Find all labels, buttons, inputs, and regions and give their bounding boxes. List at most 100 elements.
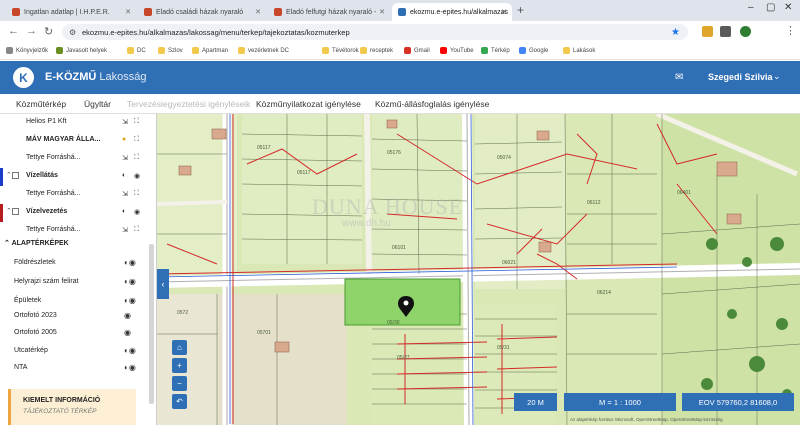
opacity-visibility-icon[interactable]: ◐◉ [124, 258, 136, 267]
layer-checkbox[interactable] [12, 172, 19, 179]
scale-ratio[interactable]: M = 1 : 1000 [564, 393, 676, 411]
close-tab-icon[interactable]: ✕ [501, 8, 507, 16]
folder-icon [192, 47, 199, 54]
layer-row: Tettye Forráshá... ⇲ ⛶ [0, 222, 150, 240]
svg-text:05/31: 05/31 [497, 345, 510, 351]
zoom-extent-icon[interactable]: ⛶ [134, 154, 139, 162]
svg-text:06101: 06101 [392, 245, 406, 251]
window-close-icon[interactable]: ✕ [784, 2, 792, 13]
close-tab-icon[interactable]: ✕ [255, 8, 261, 16]
layer-group-vizelvezetes[interactable]: ⌃ Vízelvezetés ◐ ◉ [0, 204, 150, 222]
base-layer-nta[interactable]: NTA [14, 364, 27, 371]
close-tab-icon[interactable]: ✕ [125, 8, 131, 16]
browser-tab-2[interactable]: Eladó családi házak nyaraló ✕ [138, 3, 266, 21]
bookmark-item[interactable]: Javasolt helyek [56, 47, 107, 54]
bookmark-item[interactable]: Térkép [481, 47, 510, 54]
address-bar-row: ← → ↻ ⚙ ekozmu.e-epites.hu/alkalmazas/la… [0, 21, 800, 43]
opacity-visibility-icon[interactable]: ◐◉ [124, 296, 136, 305]
base-layer-orto2005[interactable]: Ortofotó 2005 [14, 329, 57, 336]
visibility-eye-icon[interactable]: ◉ [124, 328, 131, 337]
forward-icon[interactable]: → [26, 25, 37, 37]
layer-label: Vízelvezetés [26, 208, 68, 215]
opacity-icon[interactable]: ◐ [122, 172, 126, 179]
new-tab-button[interactable]: + [517, 3, 524, 17]
bookmark-item[interactable]: Gmail [404, 47, 430, 54]
minimize-icon[interactable]: – [748, 2, 754, 13]
back-icon[interactable]: ← [8, 25, 19, 37]
browser-tab-3[interactable]: Eladó felfutgi házak nyaraló - ✕ [268, 3, 390, 21]
profile-avatar[interactable] [740, 26, 751, 37]
arrange-icon[interactable]: ⇲ [122, 118, 128, 126]
menu-item-ugytar[interactable]: Ügyltár [84, 99, 111, 109]
bookmark-item[interactable]: receptek [360, 47, 393, 54]
warning-icon[interactable]: ● [122, 136, 126, 143]
bookmark-item[interactable]: Apartman [192, 47, 228, 54]
extension-icon[interactable] [702, 26, 713, 37]
close-tab-icon[interactable]: ✕ [379, 8, 385, 16]
menu-item-allasfoglalas[interactable]: Közmű-állásfoglalás igénylése [375, 99, 489, 109]
visibility-eye-icon[interactable]: ◉ [124, 311, 131, 320]
bookmark-item[interactable]: Google [519, 47, 548, 54]
bookmark-item[interactable]: Tévétorok [322, 47, 359, 54]
bookmark-item[interactable]: Könyvjelzők [6, 47, 48, 54]
mail-icon[interactable]: ✉ [675, 72, 683, 83]
opacity-icon[interactable]: ◐ [122, 208, 126, 215]
base-layer-foldreszletek[interactable]: Földrészletek [14, 259, 56, 266]
layer-checkbox[interactable] [12, 208, 19, 215]
zoom-extent-icon[interactable]: ⛶ [134, 118, 139, 126]
tab-label: Ingatlan adatlap | I.H.P.E.R. [24, 8, 110, 16]
highlighted-info-box: KIEMELT INFORMÁCIÓ TÁJÉKOZTATÓ TÉRKÉP [8, 389, 136, 425]
browser-menu-icon[interactable]: ⋮ [785, 24, 796, 37]
tab-label: ekozmu.e-epites.hu/alkalmazas [410, 8, 509, 16]
visibility-eye-icon[interactable]: ◉ [134, 208, 140, 216]
bookmark-item[interactable]: YouTube [440, 47, 474, 54]
layer-group-vizellatas[interactable]: ⌃ Vízellátás ◐ ◉ [0, 168, 150, 186]
arrange-icon[interactable]: ⇲ [122, 190, 128, 198]
extensions-menu-icon[interactable] [720, 26, 731, 37]
base-layer-epuletek[interactable]: Épületek [14, 297, 41, 304]
chevron-down-icon[interactable]: ⌄ [773, 71, 781, 82]
collapse-icon[interactable]: ⌃ [4, 240, 10, 247]
opacity-visibility-icon[interactable]: ◐◉ [124, 346, 136, 355]
maximize-icon[interactable]: ▢ [766, 2, 775, 13]
base-layer-hrsz[interactable]: Helyrajzi szám felirat [14, 278, 79, 285]
zoom-extent-icon[interactable]: ⛶ [134, 226, 139, 234]
browser-tab-1[interactable]: Ingatlan adatlap | I.H.P.E.R. ✕ [6, 3, 136, 21]
reload-icon[interactable]: ↻ [44, 25, 53, 38]
map-canvas[interactable]: 05117 05117 05176 06101 05074 06021 06112 062… [157, 114, 800, 425]
app-logo[interactable]: K [13, 67, 34, 88]
base-layer-utcaterkep[interactable]: Utcatérkép [14, 347, 48, 354]
browser-tab-active[interactable]: ekozmu.e-epites.hu/alkalmazas ✕ [392, 3, 512, 21]
bookmark-item[interactable]: Lakások [563, 47, 595, 54]
url-input[interactable]: ⚙ ekozmu.e-epites.hu/alkalmazas/lakossag… [62, 24, 688, 40]
arrange-icon[interactable]: ⇲ [122, 154, 128, 162]
bookmark-item[interactable]: vezérletnek DC [238, 47, 289, 54]
undo-button[interactable]: ↶ [172, 394, 187, 409]
info-subtitle: TÁJÉKOZTATÓ TÉRKÉP [23, 408, 97, 415]
bookmark-item[interactable]: Szlov [158, 47, 183, 54]
sidebar-scrollbar[interactable] [149, 244, 154, 404]
menu-item-kozmunyilatkozat[interactable]: Közműnyilatkozat igénylése [256, 99, 361, 109]
collapse-icon[interactable]: ⌃ [6, 207, 12, 215]
collapse-icon[interactable]: ⌃ [6, 171, 12, 179]
zoom-in-button[interactable]: + [172, 358, 187, 373]
bookmark-star-icon[interactable]: ★ [671, 27, 680, 38]
opacity-visibility-icon[interactable]: ◐◉ [124, 363, 136, 372]
arrange-icon[interactable]: ⇲ [122, 226, 128, 234]
zoom-out-button[interactable]: − [172, 376, 187, 391]
collapse-sidebar-button[interactable]: ‹ [157, 269, 169, 299]
zoom-extent-icon[interactable]: ⛶ [134, 136, 139, 144]
tab-label: Eladó családi házak nyaraló [156, 8, 244, 16]
base-maps-heading[interactable]: ⌃ ALAPTÉRKÉPEK [4, 239, 69, 247]
zoom-extent-icon[interactable]: ⛶ [134, 190, 139, 198]
bookmark-item[interactable]: DC [127, 47, 146, 54]
user-name[interactable]: Szegedi Szilvia [708, 72, 773, 82]
url-text: ekozmu.e-epites.hu/alkalmazas/lakossag/m… [82, 27, 350, 37]
home-button[interactable]: ⌂ [172, 340, 187, 355]
menu-item-kozmuterkep[interactable]: Közműtérkép [16, 99, 66, 109]
opacity-visibility-icon[interactable]: ◐◉ [124, 277, 136, 286]
coordinate-readout: EOV 579760,2 81608,0 [682, 393, 794, 411]
visibility-eye-icon[interactable]: ◉ [134, 172, 140, 180]
site-info-icon[interactable]: ⚙ [69, 28, 76, 37]
base-layer-orto2023[interactable]: Ortofotó 2023 [14, 312, 57, 319]
